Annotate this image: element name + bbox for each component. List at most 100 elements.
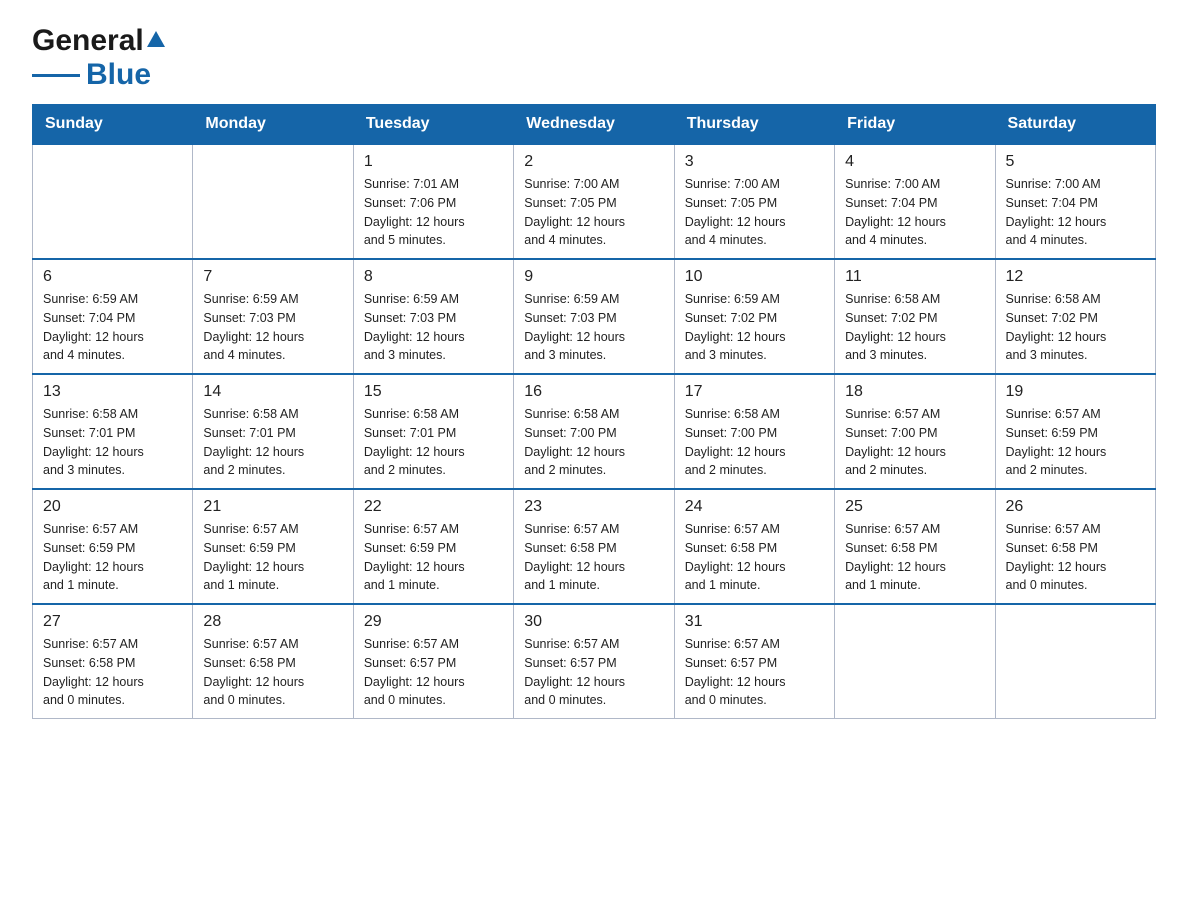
day-number: 1 <box>364 153 503 171</box>
calendar-day-cell: 27Sunrise: 6:57 AMSunset: 6:58 PMDayligh… <box>33 604 193 719</box>
day-number: 21 <box>203 498 342 516</box>
day-number: 31 <box>685 613 824 631</box>
day-info: Sunrise: 6:57 AMSunset: 6:58 PMDaylight:… <box>845 520 984 595</box>
calendar-day-cell <box>995 604 1155 719</box>
calendar-day-cell: 11Sunrise: 6:58 AMSunset: 7:02 PMDayligh… <box>835 259 995 374</box>
calendar-day-cell: 23 Sunrise: 6:57 AMSunset: 6:58 PMDayligh… <box>514 489 674 604</box>
day-info: Sunrise: 6:57 AMSunset: 6:59 PMDaylight:… <box>43 520 182 595</box>
day-info: Sunrise: 6:57 AMSunset: 6:59 PMDaylight:… <box>1006 405 1145 480</box>
day-info: Sunrise: 6:57 AMSunset: 6:59 PMDaylight:… <box>364 520 503 595</box>
calendar-day-header: Saturday <box>995 105 1155 145</box>
calendar-day-cell: 13Sunrise: 6:58 AMSunset: 7:01 PMDayligh… <box>33 374 193 489</box>
day-number: 5 <box>1006 153 1145 171</box>
day-info: Sunrise: 6:57 AMSunset: 6:58 PMDaylight:… <box>685 520 824 595</box>
day-info: Sunrise: 6:57 AMSunset: 6:58 PMDaylight:… <box>1006 520 1145 595</box>
day-number: 16 <box>524 383 663 401</box>
calendar-day-cell: 7 Sunrise: 6:59 AMSunset: 7:03 PMDaylight… <box>193 259 353 374</box>
calendar-day-cell: 9 Sunrise: 6:59 AMSunset: 7:03 PMDaylight… <box>514 259 674 374</box>
day-info: Sunrise: 6:57 AMSunset: 6:57 PMDaylight:… <box>524 635 663 710</box>
calendar-day-cell: 30 Sunrise: 6:57 AMSunset: 6:57 PMDayligh… <box>514 604 674 719</box>
day-info: Sunrise: 6:58 AMSunset: 7:02 PMDaylight:… <box>1006 290 1145 365</box>
calendar-day-header: Tuesday <box>353 105 513 145</box>
logo-blue-text: Blue <box>86 58 151 92</box>
day-number: 14 <box>203 383 342 401</box>
logo-line-decor <box>32 74 80 77</box>
day-info: Sunrise: 6:58 AMSunset: 7:00 PMDaylight:… <box>685 405 824 480</box>
day-info: Sunrise: 6:57 AMSunset: 6:58 PMDaylight:… <box>524 520 663 595</box>
day-info: Sunrise: 6:57 AMSunset: 6:59 PMDaylight:… <box>203 520 342 595</box>
day-number: 9 <box>524 268 663 286</box>
calendar-day-cell: 19 Sunrise: 6:57 AMSunset: 6:59 PMDayligh… <box>995 374 1155 489</box>
day-number: 3 <box>685 153 824 171</box>
day-info: Sunrise: 6:57 AMSunset: 7:00 PMDaylight:… <box>845 405 984 480</box>
calendar-week-row: 27 Sunrise: 6:57 AMSunset: 6:58 PMDayligh… <box>33 604 1156 719</box>
calendar-day-cell: 12 Sunrise: 6:58 AMSunset: 7:02 PMDayligh… <box>995 259 1155 374</box>
calendar-day-cell: 4Sunrise: 7:00 AMSunset: 7:04 PMDaylight… <box>835 144 995 259</box>
calendar-day-cell: 6 Sunrise: 6:59 AMSunset: 7:04 PMDaylight… <box>33 259 193 374</box>
day-info: Sunrise: 6:58 AMSunset: 7:01 PMDaylight:… <box>43 405 182 480</box>
day-number: 19 <box>1006 383 1145 401</box>
calendar-day-cell: 3 Sunrise: 7:00 AMSunset: 7:05 PMDaylight… <box>674 144 834 259</box>
calendar-day-cell: 1 Sunrise: 7:01 AMSunset: 7:06 PMDaylight… <box>353 144 513 259</box>
calendar-week-row: 20Sunrise: 6:57 AMSunset: 6:59 PMDayligh… <box>33 489 1156 604</box>
day-number: 18 <box>845 383 984 401</box>
calendar-day-cell: 16 Sunrise: 6:58 AMSunset: 7:00 PMDayligh… <box>514 374 674 489</box>
logo: General Blue <box>32 24 165 92</box>
day-number: 30 <box>524 613 663 631</box>
calendar-day-cell: 25 Sunrise: 6:57 AMSunset: 6:58 PMDayligh… <box>835 489 995 604</box>
calendar-day-header: Sunday <box>33 105 193 145</box>
calendar-day-cell: 26 Sunrise: 6:57 AMSunset: 6:58 PMDayligh… <box>995 489 1155 604</box>
day-info: Sunrise: 6:59 AMSunset: 7:03 PMDaylight:… <box>364 290 503 365</box>
day-number: 27 <box>43 613 182 631</box>
day-info: Sunrise: 6:59 AMSunset: 7:04 PMDaylight:… <box>43 290 182 365</box>
logo-arrow-icon <box>147 31 165 47</box>
day-info: Sunrise: 6:58 AMSunset: 7:01 PMDaylight:… <box>203 405 342 480</box>
day-info: Sunrise: 7:00 AMSunset: 7:04 PMDaylight:… <box>845 175 984 250</box>
calendar-week-row: 6 Sunrise: 6:59 AMSunset: 7:04 PMDaylight… <box>33 259 1156 374</box>
calendar-day-cell <box>33 144 193 259</box>
day-number: 11 <box>845 268 984 286</box>
calendar-day-cell: 29 Sunrise: 6:57 AMSunset: 6:57 PMDayligh… <box>353 604 513 719</box>
day-info: Sunrise: 6:58 AMSunset: 7:00 PMDaylight:… <box>524 405 663 480</box>
day-number: 2 <box>524 153 663 171</box>
calendar-day-cell: 20Sunrise: 6:57 AMSunset: 6:59 PMDayligh… <box>33 489 193 604</box>
day-info: Sunrise: 7:00 AMSunset: 7:05 PMDaylight:… <box>524 175 663 250</box>
day-number: 25 <box>845 498 984 516</box>
day-number: 26 <box>1006 498 1145 516</box>
calendar-day-cell: 17 Sunrise: 6:58 AMSunset: 7:00 PMDayligh… <box>674 374 834 489</box>
day-number: 8 <box>364 268 503 286</box>
logo-general-text: General <box>32 24 144 58</box>
calendar-day-cell: 22Sunrise: 6:57 AMSunset: 6:59 PMDayligh… <box>353 489 513 604</box>
day-number: 12 <box>1006 268 1145 286</box>
day-number: 24 <box>685 498 824 516</box>
calendar-day-header: Friday <box>835 105 995 145</box>
day-info: Sunrise: 6:57 AMSunset: 6:58 PMDaylight:… <box>203 635 342 710</box>
calendar-day-header: Monday <box>193 105 353 145</box>
day-number: 17 <box>685 383 824 401</box>
day-info: Sunrise: 6:59 AMSunset: 7:02 PMDaylight:… <box>685 290 824 365</box>
calendar-day-cell: 10Sunrise: 6:59 AMSunset: 7:02 PMDayligh… <box>674 259 834 374</box>
calendar-day-cell <box>193 144 353 259</box>
day-info: Sunrise: 6:59 AMSunset: 7:03 PMDaylight:… <box>524 290 663 365</box>
calendar-header-row: SundayMondayTuesdayWednesdayThursdayFrid… <box>33 105 1156 145</box>
day-number: 29 <box>364 613 503 631</box>
calendar-table: SundayMondayTuesdayWednesdayThursdayFrid… <box>32 104 1156 719</box>
day-number: 7 <box>203 268 342 286</box>
calendar-day-cell: 15Sunrise: 6:58 AMSunset: 7:01 PMDayligh… <box>353 374 513 489</box>
calendar-day-cell: 18 Sunrise: 6:57 AMSunset: 7:00 PMDayligh… <box>835 374 995 489</box>
calendar-day-cell <box>835 604 995 719</box>
day-info: Sunrise: 7:00 AMSunset: 7:04 PMDaylight:… <box>1006 175 1145 250</box>
day-info: Sunrise: 7:01 AMSunset: 7:06 PMDaylight:… <box>364 175 503 250</box>
calendar-day-cell: 14 Sunrise: 6:58 AMSunset: 7:01 PMDayligh… <box>193 374 353 489</box>
calendar-day-cell: 8 Sunrise: 6:59 AMSunset: 7:03 PMDaylight… <box>353 259 513 374</box>
day-number: 6 <box>43 268 182 286</box>
day-info: Sunrise: 6:59 AMSunset: 7:03 PMDaylight:… <box>203 290 342 365</box>
calendar-day-header: Thursday <box>674 105 834 145</box>
day-info: Sunrise: 6:57 AMSunset: 6:57 PMDaylight:… <box>364 635 503 710</box>
calendar-day-cell: 21 Sunrise: 6:57 AMSunset: 6:59 PMDayligh… <box>193 489 353 604</box>
calendar-week-row: 1 Sunrise: 7:01 AMSunset: 7:06 PMDaylight… <box>33 144 1156 259</box>
day-info: Sunrise: 7:00 AMSunset: 7:05 PMDaylight:… <box>685 175 824 250</box>
day-number: 23 <box>524 498 663 516</box>
day-info: Sunrise: 6:58 AMSunset: 7:01 PMDaylight:… <box>364 405 503 480</box>
day-info: Sunrise: 6:57 AMSunset: 6:57 PMDaylight:… <box>685 635 824 710</box>
